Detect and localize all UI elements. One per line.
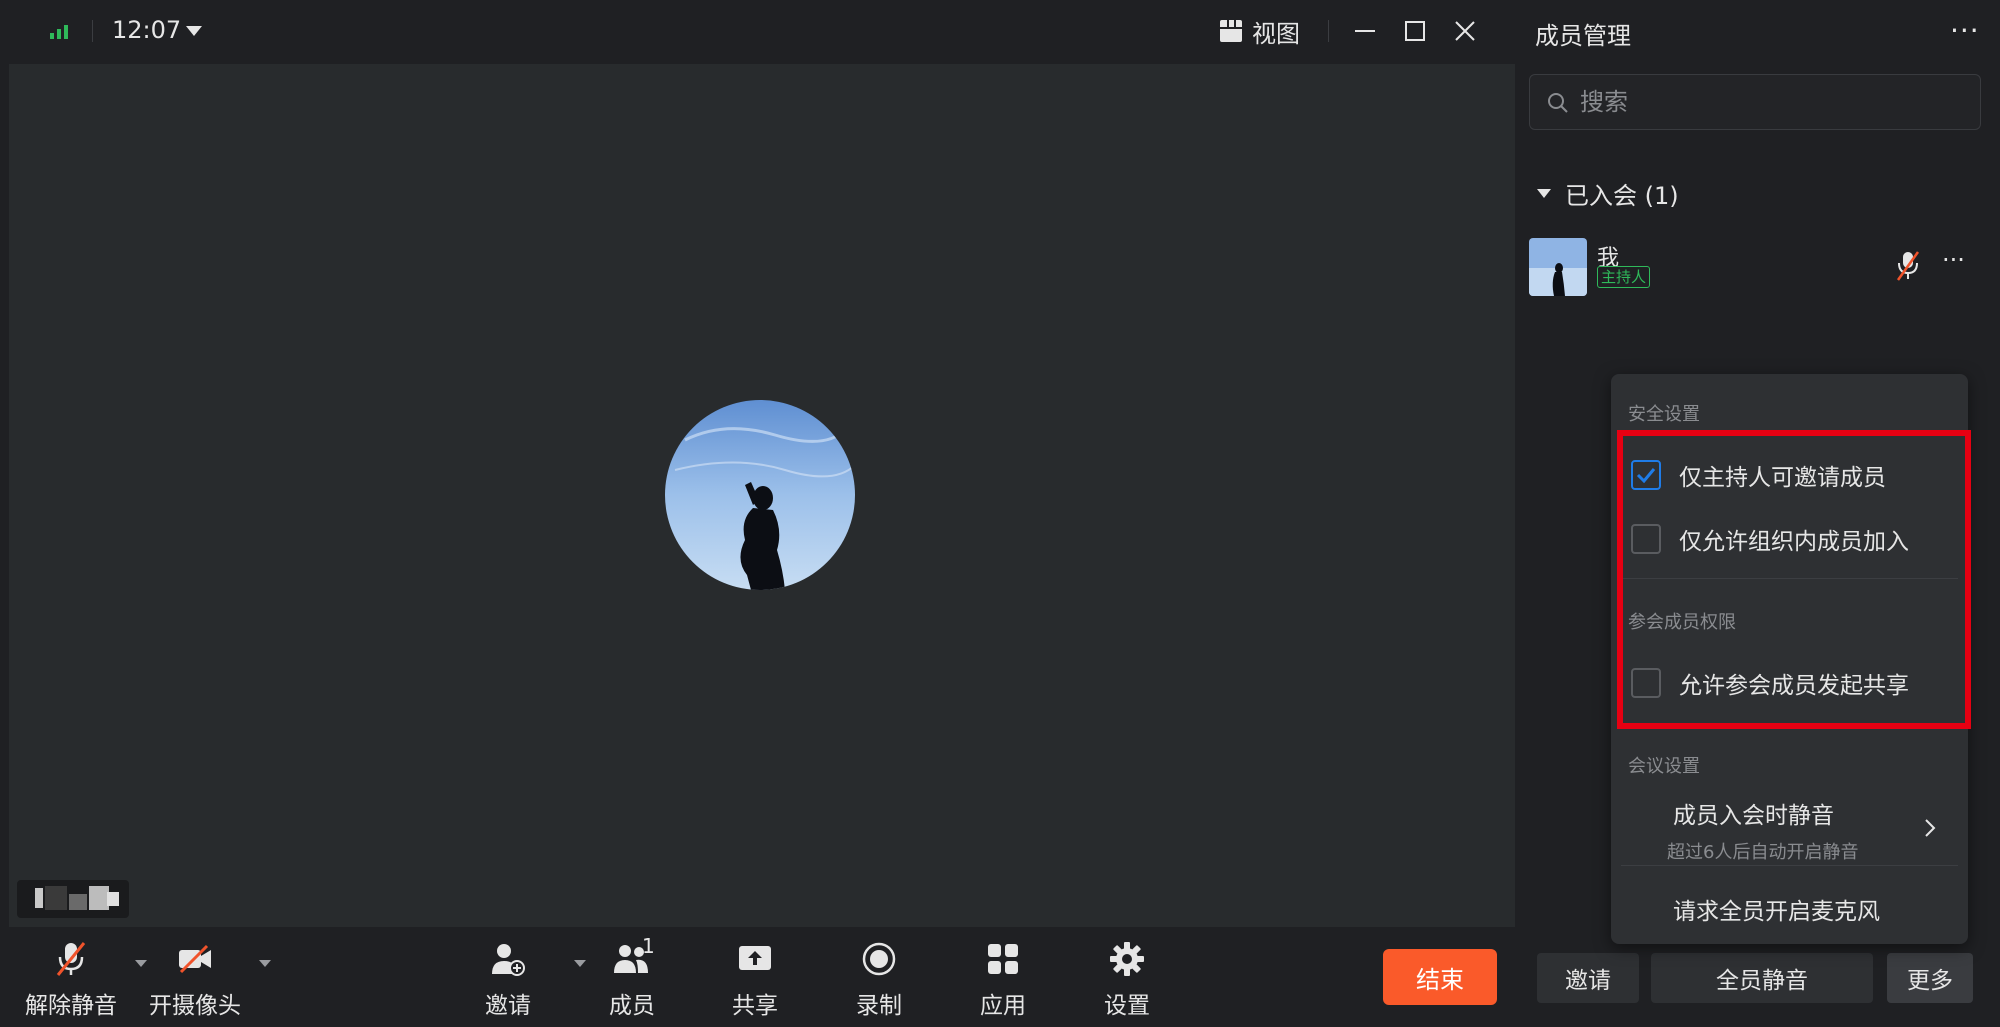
security-settings-header: 安全设置 [1628,404,1700,425]
request-all-mic-button[interactable]: 请求全员开启麦克风 [1673,892,1880,926]
mute-on-join-label: 成员入会时静音 [1673,803,1834,829]
host-badge: 主持人 [1597,266,1651,288]
member-avatar [1529,238,1587,296]
end-meeting-button[interactable]: 结束 [1383,949,1497,1005]
record-button[interactable]: 录制 [824,940,934,1020]
participant-avatar [665,400,855,590]
divider [1621,865,1958,866]
member-search [1529,74,1981,130]
apps-button[interactable]: 应用 [948,940,1058,1020]
share-label: 共享 [732,993,778,1019]
signal-icon [50,25,68,39]
view-label: 视图 [1252,19,1300,48]
unmute-label: 解除静音 [25,993,117,1019]
share-button[interactable]: 共享 [700,940,810,1020]
separator [92,20,93,42]
close-icon[interactable] [1450,16,1480,46]
share-screen-icon [739,946,771,970]
record-label: 录制 [856,993,902,1019]
camera-button[interactable]: 开摄像头 [140,940,271,1020]
participant-name-tag [17,880,129,918]
mute-on-join-row[interactable]: 成员入会时静音 超过6人后自动开启静音 [1667,796,1858,864]
panel-title: 成员管理 [1535,22,1631,50]
joined-label: 已入会 (1) [1565,182,1679,210]
grid-view-icon [1220,20,1242,42]
members-button[interactable]: 1 成员 [577,934,687,1020]
video-stage [9,64,1515,927]
panel-more-button[interactable]: 更多 [1887,953,1973,1003]
camera-off-icon [179,944,211,974]
panel-invite-button[interactable]: 邀请 [1537,953,1639,1003]
mute-on-join-subtitle: 超过6人后自动开启静音 [1667,842,1859,863]
mute-all-button[interactable]: 全员静音 [1651,953,1873,1003]
invite-button[interactable]: 邀请 [453,940,586,1020]
camera-label: 开摄像头 [149,993,241,1019]
panel-more-icon[interactable]: ··· [1950,14,1980,47]
settings-label: 设置 [1104,993,1150,1019]
settings-button[interactable]: 设置 [1072,940,1182,1020]
chevron-right-icon[interactable] [1923,818,1937,838]
invite-label: 邀请 [485,993,531,1019]
separator [1328,20,1329,42]
joined-section-header[interactable]: 已入会 (1) [1537,176,1679,211]
search-input[interactable] [1580,83,1960,121]
mic-muted-icon[interactable] [1895,250,1921,282]
member-more-icon[interactable]: ··· [1942,246,1965,274]
member-row[interactable]: 我 主持人 ··· [1529,238,1989,298]
members-label: 成员 [609,993,655,1019]
time-dropdown-icon[interactable] [186,26,202,36]
maximize-icon[interactable] [1400,16,1430,46]
apps-label: 应用 [980,993,1026,1019]
meeting-time: 12:07 [112,16,182,44]
collapse-caret-icon [1537,189,1551,198]
highlight-box [1617,430,1971,729]
unmute-button[interactable]: 解除静音 [16,940,147,1020]
meeting-toolbar: 解除静音 开摄像头 邀请 1 成员 共享 录制 应用 设置 [0,928,1525,1027]
view-button[interactable]: 视图 [1220,14,1300,48]
meeting-settings-header: 会议设置 [1628,756,1700,777]
members-count: 1 [642,934,655,958]
camera-dropdown-icon[interactable] [259,960,271,967]
mic-muted-icon [56,942,86,976]
search-icon [1548,93,1568,113]
title-bar: 12:07 视图 [0,0,1525,62]
gear-icon [1110,942,1144,976]
add-user-icon [492,944,525,976]
minimize-icon[interactable] [1350,16,1380,46]
record-icon [862,942,896,976]
apps-grid-icon [988,944,1018,974]
